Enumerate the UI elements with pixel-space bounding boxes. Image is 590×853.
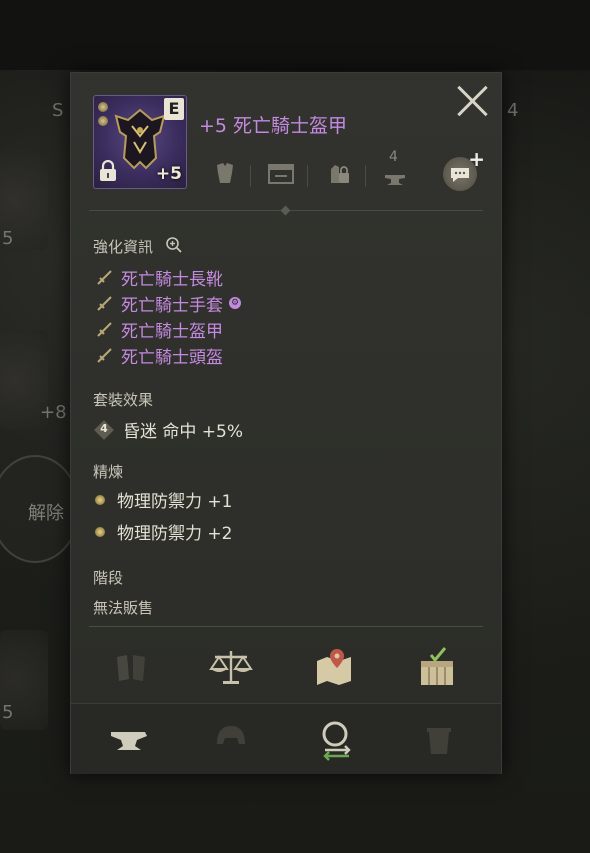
refine-title: 精煉 bbox=[93, 463, 124, 481]
set-item-label: 死亡騎士手套 bbox=[121, 295, 223, 316]
refine-text: 物理防禦力 +1 bbox=[117, 492, 233, 512]
exchange-search-icon[interactable] bbox=[313, 714, 361, 762]
background-number: 5 bbox=[2, 228, 14, 249]
divider-ornament bbox=[280, 205, 291, 216]
background-number: +8 bbox=[40, 402, 67, 423]
share-chat-button[interactable] bbox=[443, 147, 485, 191]
toolbar-divider bbox=[250, 165, 251, 187]
slot-dot bbox=[98, 116, 108, 126]
set-effect-text: 昏迷 命中 +5% bbox=[123, 422, 244, 442]
scales-icon[interactable] bbox=[207, 643, 255, 691]
set-effect-title: 套裝效果 bbox=[93, 391, 154, 409]
sword-icon bbox=[97, 348, 112, 363]
close-button[interactable] bbox=[455, 83, 491, 119]
grade-badge: E bbox=[164, 98, 184, 120]
action-row bbox=[71, 633, 501, 703]
refine-orb-icon bbox=[95, 526, 105, 537]
background-number: 4 bbox=[507, 100, 519, 121]
helmet-icon[interactable] bbox=[207, 714, 255, 762]
lock-icon[interactable] bbox=[98, 160, 118, 182]
chat-icon bbox=[451, 168, 469, 182]
magnify-icon[interactable] bbox=[165, 236, 183, 254]
enhance-info-title: 強化資訊 bbox=[93, 238, 154, 256]
background-top-bar bbox=[0, 0, 590, 70]
set-item-label: 死亡騎士頭盔 bbox=[121, 347, 223, 368]
item-tooltip-panel: E +5 +5 死亡騎士盔甲 4 + 強化資訊 死亡騎士長靴 死亡騎士手套 ⚙ … bbox=[70, 72, 502, 774]
divider bbox=[89, 626, 483, 627]
tier-value: 無法販售 bbox=[93, 599, 154, 617]
sword-icon bbox=[97, 296, 112, 311]
set-effect-row: 4 昏迷 命中 +5% bbox=[95, 417, 244, 443]
dismantle-icon[interactable] bbox=[107, 643, 155, 691]
set-item-label: 死亡騎士長靴 bbox=[121, 269, 223, 290]
set-count-badge: 4 bbox=[95, 421, 113, 439]
refine-orb-icon bbox=[95, 494, 105, 505]
toolbar-divider bbox=[365, 165, 366, 187]
armor-slot-icon[interactable] bbox=[205, 153, 245, 193]
unequip-label: 解除 bbox=[28, 503, 64, 524]
item-icon: E +5 bbox=[93, 95, 187, 189]
hand-lock-icon[interactable] bbox=[319, 153, 359, 193]
set-item-row[interactable]: 死亡騎士手套 ⚙ bbox=[95, 291, 241, 316]
map-location-icon[interactable] bbox=[311, 643, 359, 691]
sword-icon bbox=[97, 270, 112, 285]
background-number: 5 bbox=[2, 702, 14, 723]
background-number: S bbox=[52, 100, 64, 121]
set-item-row[interactable]: 死亡騎士盔甲 bbox=[95, 317, 223, 342]
set-item-row[interactable]: 死亡騎士頭盔 bbox=[95, 343, 223, 368]
set-item-label: 死亡騎士盔甲 bbox=[121, 321, 223, 342]
refine-row: 物理防禦力 +2 bbox=[95, 519, 232, 544]
toolbar-divider bbox=[307, 165, 308, 187]
bottom-action-bar bbox=[71, 703, 501, 774]
storage-icon[interactable] bbox=[261, 153, 301, 193]
anvil-enhance-icon[interactable] bbox=[105, 714, 153, 762]
refine-row: 物理防禦力 +1 bbox=[95, 487, 232, 512]
storage-chest-icon[interactable] bbox=[413, 643, 461, 691]
tier-title: 階段 bbox=[93, 569, 124, 587]
item-name: +5 死亡騎士盔甲 bbox=[199, 115, 348, 137]
refine-text: 物理防禦力 +2 bbox=[117, 524, 233, 544]
enchant-level-label: 4 bbox=[389, 149, 398, 165]
slot-dot bbox=[98, 102, 108, 112]
equipped-badge-icon: ⚙ bbox=[229, 297, 241, 309]
set-item-row[interactable]: 死亡騎士長靴 bbox=[95, 265, 223, 290]
item-enhance-level: +5 bbox=[155, 164, 182, 184]
trash-icon[interactable] bbox=[415, 714, 463, 762]
sword-icon bbox=[97, 322, 112, 337]
